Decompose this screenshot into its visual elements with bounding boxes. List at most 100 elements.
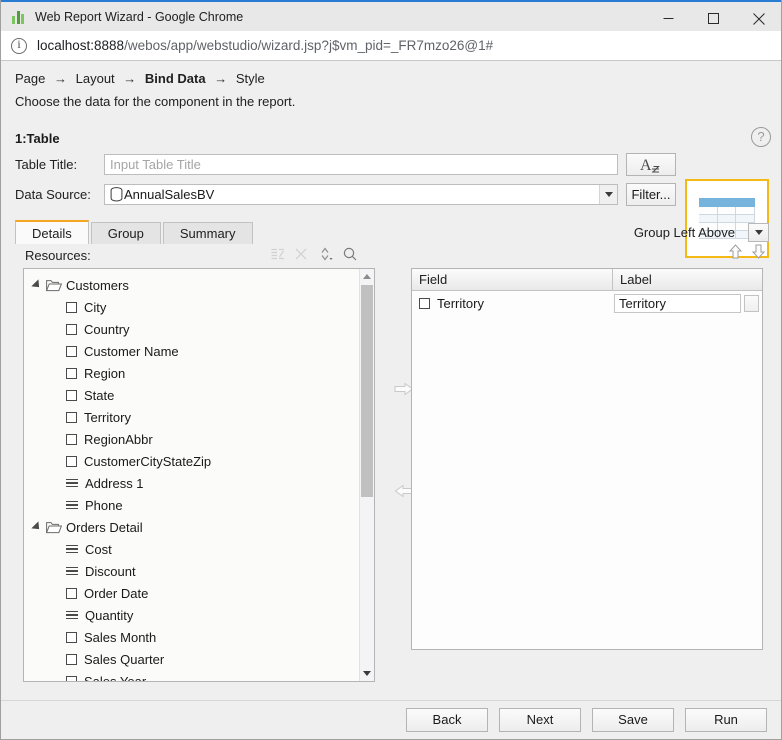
label-input[interactable]: Territory xyxy=(614,294,741,313)
tree-field[interactable]: Quantity xyxy=(24,604,374,626)
column-header-field[interactable]: Field xyxy=(412,269,613,291)
field-text-icon[interactable] xyxy=(66,479,78,488)
list-sort-icon[interactable] xyxy=(271,247,285,264)
tree-field[interactable]: Sales Quarter xyxy=(24,648,374,670)
tree-node-label: Territory xyxy=(84,410,131,425)
tree-field[interactable]: City xyxy=(24,296,374,318)
field-square-icon[interactable] xyxy=(66,434,77,445)
address-bar[interactable]: localhost:8888/webos/app/webstudio/wizar… xyxy=(1,31,781,61)
filter-button[interactable]: Filter... xyxy=(626,183,676,206)
run-button[interactable]: Run xyxy=(685,708,767,732)
field-square-icon[interactable] xyxy=(66,368,77,379)
tree-field[interactable]: Phone xyxy=(24,494,374,516)
field-square-icon[interactable] xyxy=(66,588,77,599)
tree-field[interactable]: Customer Name xyxy=(24,340,374,362)
data-source-value: AnnualSalesBV xyxy=(124,187,214,202)
tree-group[interactable]: Customers xyxy=(24,274,374,296)
tab-details[interactable]: Details xyxy=(15,220,89,244)
folder-icon xyxy=(46,521,62,534)
tree-node-label: Address 1 xyxy=(85,476,144,491)
grid-cell-field[interactable]: Territory xyxy=(412,296,613,311)
tab-summary[interactable]: Summary xyxy=(163,222,253,244)
tree-scrollbar[interactable] xyxy=(359,269,374,681)
grid-cell-label[interactable]: Territory xyxy=(613,294,762,313)
info-icon[interactable] xyxy=(11,38,27,54)
save-button[interactable]: Save xyxy=(592,708,674,732)
breadcrumb-step-bind-data[interactable]: Bind Data xyxy=(145,71,206,86)
selected-fields-grid[interactable]: Field Label Territory Territory xyxy=(411,268,763,650)
field-square-icon[interactable] xyxy=(66,676,77,683)
move-up-button[interactable] xyxy=(729,244,742,262)
next-button[interactable]: Next xyxy=(499,708,581,732)
group-position-dropdown[interactable] xyxy=(748,223,769,242)
expand-triangle-icon[interactable] xyxy=(31,521,42,532)
field-square-icon[interactable] xyxy=(419,298,430,309)
tree-field[interactable]: Territory xyxy=(24,406,374,428)
breadcrumb-step-style[interactable]: Style xyxy=(236,71,265,86)
grid-header: Field Label xyxy=(412,269,762,291)
tree-field[interactable]: Discount xyxy=(24,560,374,582)
tree-node-label: RegionAbbr xyxy=(84,432,153,447)
sort-az-button[interactable]: A xyxy=(626,153,676,176)
field-square-icon[interactable] xyxy=(66,654,77,665)
field-text-icon[interactable] xyxy=(66,501,78,510)
tree-node-label: Quantity xyxy=(85,608,133,623)
url-path: /webos/app/webstudio/wizard.jsp?j$vm_pid… xyxy=(124,38,493,53)
breadcrumb-step-layout[interactable]: Layout xyxy=(76,71,115,86)
expand-triangle-icon[interactable] xyxy=(31,279,42,290)
tree-field[interactable]: Address 1 xyxy=(24,472,374,494)
bar-chart-icon xyxy=(11,9,27,25)
tree-field[interactable]: Region xyxy=(24,362,374,384)
field-text-icon[interactable] xyxy=(66,567,78,576)
tree-field[interactable]: RegionAbbr xyxy=(24,428,374,450)
tree-field[interactable]: Cost xyxy=(24,538,374,560)
table-title-row: Table Title: Input Table Title A xyxy=(1,146,781,176)
move-down-button[interactable] xyxy=(752,244,765,262)
grid-field-name: Territory xyxy=(437,296,484,311)
help-icon[interactable]: ? xyxy=(751,127,771,147)
breadcrumb: Page → Layout → Bind Data → Style xyxy=(1,61,781,86)
field-square-icon[interactable] xyxy=(66,632,77,643)
tree-field[interactable]: Sales Year xyxy=(24,670,374,682)
tree-node-label: Country xyxy=(84,322,130,337)
field-square-icon[interactable] xyxy=(66,302,77,313)
breadcrumb-arrow-icon: → xyxy=(123,71,136,86)
tab-group[interactable]: Group xyxy=(91,222,161,244)
data-source-row: Data Source: AnnualSalesBV Filter... xyxy=(1,176,781,206)
close-icon[interactable] xyxy=(736,4,781,33)
column-header-label[interactable]: Label xyxy=(613,269,762,291)
tree-field[interactable]: Sales Month xyxy=(24,626,374,648)
group-position-control: Group Left Above xyxy=(634,223,769,242)
field-text-icon[interactable] xyxy=(66,611,78,620)
label-options-button[interactable] xyxy=(744,295,759,312)
tree-field[interactable]: State xyxy=(24,384,374,406)
field-square-icon[interactable] xyxy=(66,346,77,357)
search-icon[interactable] xyxy=(343,247,357,264)
breadcrumb-step-page[interactable]: Page xyxy=(15,71,45,86)
field-square-icon[interactable] xyxy=(66,390,77,401)
tree-field[interactable]: Order Date xyxy=(24,582,374,604)
resources-toolbar xyxy=(271,247,357,264)
data-source-select[interactable]: AnnualSalesBV xyxy=(104,184,618,205)
tree-node-label: State xyxy=(84,388,114,403)
expand-collapse-icon[interactable] xyxy=(317,247,333,264)
chevron-down-icon[interactable] xyxy=(599,185,617,204)
tree-group[interactable]: Orders Detail xyxy=(24,516,374,538)
back-button[interactable]: Back xyxy=(406,708,488,732)
scrollbar-thumb[interactable] xyxy=(361,285,373,497)
field-square-icon[interactable] xyxy=(66,324,77,335)
field-square-icon[interactable] xyxy=(66,456,77,467)
tree-field[interactable]: Country xyxy=(24,318,374,340)
table-title-input[interactable]: Input Table Title xyxy=(104,154,618,175)
minimize-icon[interactable] xyxy=(646,4,691,33)
field-text-icon[interactable] xyxy=(66,545,78,554)
maximize-icon[interactable] xyxy=(691,4,736,33)
window-controls xyxy=(646,4,781,33)
resources-tree[interactable]: CustomersCity Country Customer NameRegion S… xyxy=(23,268,375,682)
scroll-down-icon[interactable] xyxy=(360,666,374,681)
field-square-icon[interactable] xyxy=(66,412,77,423)
scroll-up-icon[interactable] xyxy=(360,269,374,284)
tree-field[interactable]: CustomerCityStateZip xyxy=(24,450,374,472)
clear-icon[interactable] xyxy=(295,248,307,263)
table-row[interactable]: Territory Territory xyxy=(412,291,762,315)
